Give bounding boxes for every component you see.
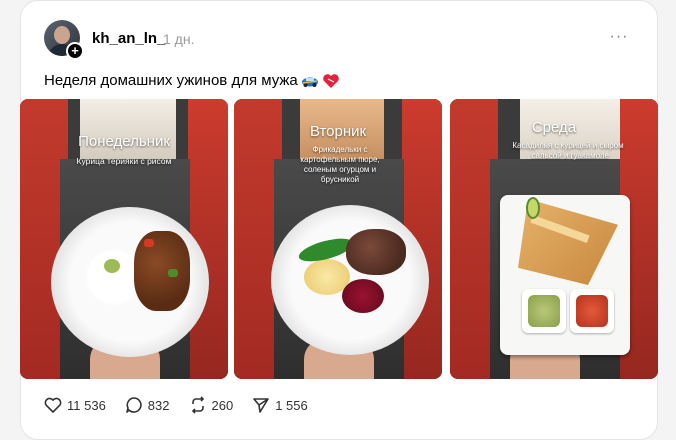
photo-gallery[interactable]: Понедельник Курица терияки с рисом Вторн… (20, 99, 660, 379)
gallery-photo[interactable]: Понедельник Курица терияки с рисом (20, 99, 228, 379)
post-text: Неделя домашних ужинов для мужа (44, 72, 298, 89)
post-time[interactable]: 1 дн. (163, 31, 194, 47)
pepper-piece (144, 239, 154, 247)
like-button[interactable]: 11 536 (44, 397, 106, 413)
heart-emoji-icon (322, 73, 340, 89)
follow-plus-icon[interactable]: + (66, 42, 84, 60)
salsa (576, 295, 608, 327)
photo-title: Среда (531, 119, 577, 136)
share-count: 1 556 (275, 397, 308, 413)
post-actions: 11 536 832 260 1 556 (44, 394, 327, 416)
comment-count: 832 (147, 397, 170, 413)
more-options-icon[interactable]: ··· (606, 24, 632, 50)
comment-button[interactable]: 832 (125, 396, 170, 414)
photo-subtitle: Курица терияки с рисом (76, 156, 172, 166)
post-header: + kh_an_ln_ 1 дн. ··· (44, 20, 654, 60)
plate (271, 205, 429, 355)
avatar-face (54, 26, 70, 44)
gallery-photo[interactable]: Среда Касадилья с курицей и сыром , саль… (450, 99, 658, 379)
teriyaki-chicken (134, 231, 190, 311)
username[interactable]: kh_an_ln_ (92, 30, 165, 47)
photo-title: Вторник (309, 123, 367, 140)
comment-icon (125, 397, 142, 413)
like-count: 11 536 (67, 397, 106, 413)
repost-count: 260 (211, 397, 234, 413)
share-button[interactable]: 1 556 (252, 396, 308, 414)
post-caption: Неделя домашних ужинов для мужа (44, 72, 340, 89)
repost-icon (191, 396, 204, 414)
heart-icon (44, 397, 62, 413)
gallery-photo[interactable]: Вторник Фрикадельки с картофельным пюре,… (234, 99, 442, 379)
photo-subtitle: Касадилья с курицей и сыром , сальсой и … (512, 141, 624, 160)
photo-subtitle: Фрикадельки с картофельным пюре, соленым… (300, 145, 380, 184)
lime (526, 197, 540, 219)
send-icon (253, 398, 270, 413)
meatballs (346, 229, 406, 275)
lingonberry (342, 279, 384, 313)
pepper-piece (168, 269, 178, 277)
repost-button[interactable]: 260 (189, 396, 234, 414)
garnish (104, 259, 120, 273)
car-emoji-icon (301, 73, 319, 89)
photo-title: Понедельник (78, 133, 170, 150)
guacamole (528, 295, 560, 327)
